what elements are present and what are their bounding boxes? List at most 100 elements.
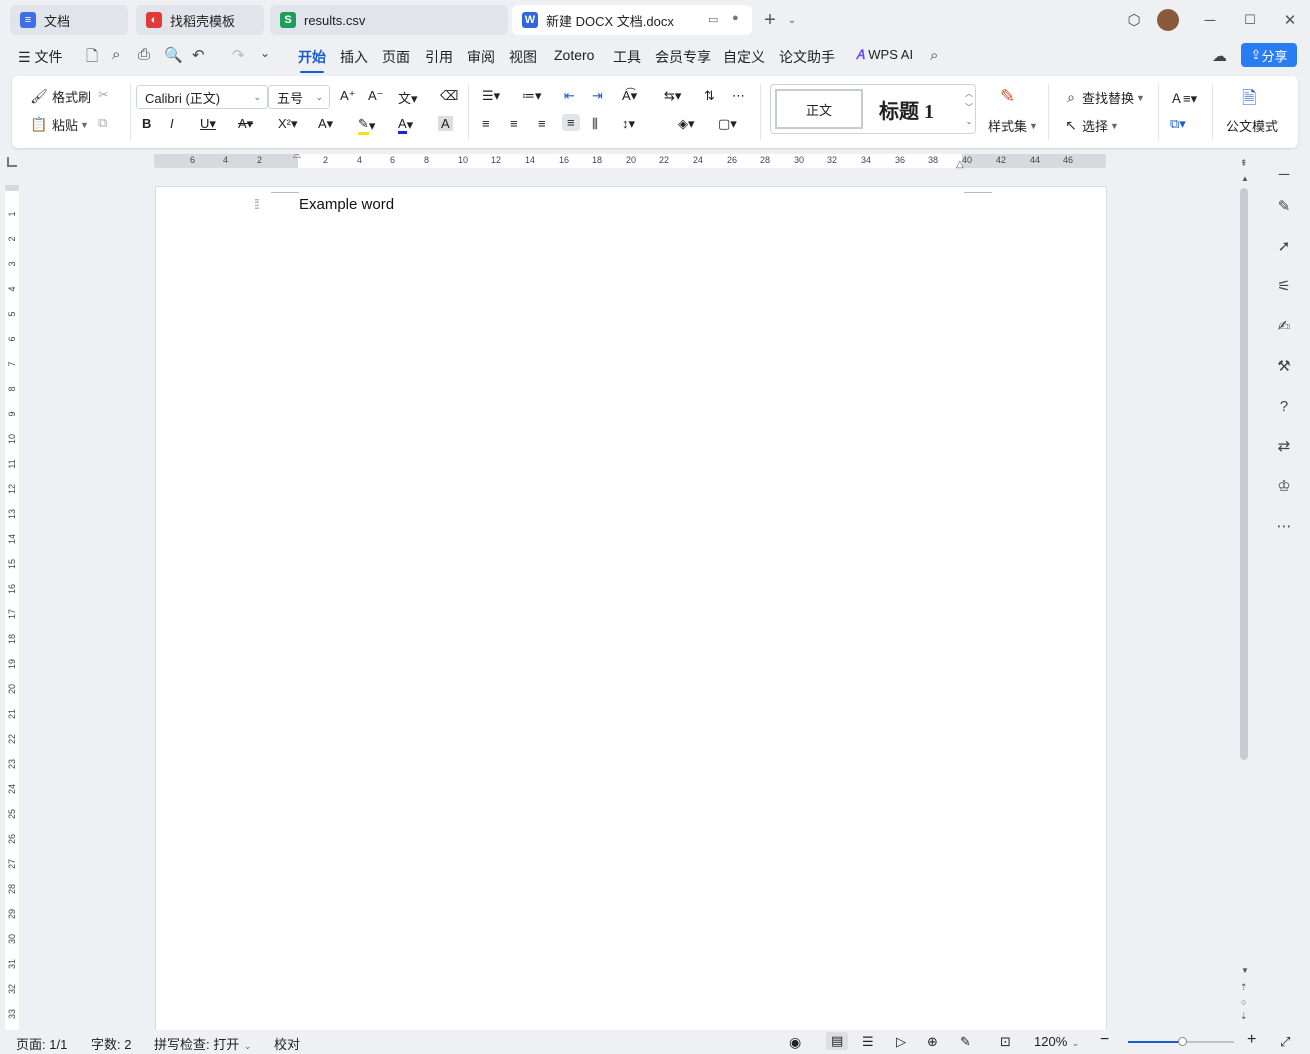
collapse-icon[interactable]: ─ — [1274, 164, 1294, 184]
sort-az-icon[interactable]: ⇅ — [704, 88, 715, 104]
new-tab-plus-icon[interactable]: + — [758, 8, 782, 32]
pen-icon[interactable]: ✎ — [1274, 196, 1294, 216]
outline-view-icon[interactable]: ☰ — [862, 1034, 874, 1050]
file-menu[interactable]: ☰ 文件 — [18, 47, 62, 67]
decrease-indent-icon[interactable]: ⇤ — [564, 88, 575, 104]
proofread-button[interactable]: 校对 — [274, 1034, 300, 1053]
menu-insert[interactable]: 插入 — [340, 47, 368, 67]
document-page[interactable]: ⁞⁞ Example word — [155, 186, 1107, 1036]
align-center-icon[interactable]: ≡ — [510, 116, 518, 131]
zoom-slider[interactable] — [1128, 1037, 1234, 1046]
close-icon[interactable]: ✕ — [1278, 8, 1302, 32]
right-indent-icon[interactable]: △ — [956, 159, 964, 170]
show-marks-icon[interactable]: ⋯ — [732, 88, 745, 104]
menu-customize[interactable]: 自定义 — [723, 47, 765, 67]
word-count[interactable]: 字数: 2 — [91, 1034, 131, 1053]
tab-list-chevron-icon[interactable]: ⌄ — [780, 8, 804, 32]
shrink-font-icon[interactable]: A⁻ — [368, 88, 384, 104]
wps-ai-button[interactable]: 𝐴 WPS AI — [856, 47, 913, 63]
pointer-icon[interactable]: ➚ — [1274, 236, 1294, 256]
tab-results-csv[interactable]: S results.csv — [270, 5, 508, 35]
line-spacing-icon[interactable]: ↕▾ — [622, 116, 635, 132]
zoom-in-icon[interactable]: + — [1247, 1031, 1256, 1049]
tab-stop-selector[interactable] — [7, 157, 17, 167]
align-right-icon[interactable]: ≡ — [538, 116, 546, 131]
menu-home[interactable]: 开始 — [298, 47, 326, 73]
next-page-icon[interactable]: ⇣ — [1240, 1011, 1248, 1022]
shading-icon[interactable]: ◈▾ — [678, 116, 695, 132]
superscript-icon[interactable]: X²▾ — [278, 116, 298, 132]
browse-object-icon[interactable]: ○ — [1241, 997, 1246, 1007]
page-view-icon[interactable]: ▤ — [826, 1032, 849, 1050]
scroll-down-icon[interactable]: ▼ — [1241, 966, 1249, 975]
fit-page-icon[interactable]: ⊡ — [1000, 1034, 1011, 1050]
vertical-ruler[interactable]: 1 2 3 4 5 6 7 8 9 10 11 12 13 14 15 16 17 18 19 20 21 22 23 24 2… — [5, 185, 19, 1030]
scroll-top-icon[interactable]: ⇞ — [1240, 158, 1248, 169]
drag-handle-icon[interactable]: ⁞⁞ — [254, 196, 260, 212]
bullets-icon[interactable]: ☰▾ — [482, 88, 500, 104]
cut-icon[interactable]: ✂ — [98, 87, 109, 103]
menu-zotero[interactable]: Zotero — [554, 47, 594, 63]
font-name-select[interactable]: Calibri (正文) ⌄ — [136, 85, 268, 109]
share-button[interactable]: ⇪ 分享 — [1241, 43, 1297, 67]
font-size-select[interactable]: 五号 ⌄ — [268, 85, 330, 109]
clear-format-icon[interactable]: ⌫ — [440, 88, 458, 104]
cloud-upload-icon[interactable]: ☁ — [1212, 47, 1227, 65]
tab-daoke-templates[interactable]: ◐ 找稻壳模板 — [136, 5, 264, 35]
horizontal-ruler[interactable]: 6 4 2 2 4 6 8 10 12 14 16 18 20 22 24 26 28 30 32 34 36 38 40 4… — [154, 150, 1106, 170]
text-effect-icon[interactable]: A▾ — [318, 116, 333, 132]
official-mode-button[interactable]: 公文模式 — [1226, 116, 1278, 135]
menu-page[interactable]: 页面 — [382, 47, 410, 67]
numbering-icon[interactable]: ≔▾ — [522, 88, 542, 104]
minimize-icon[interactable]: ─ — [1198, 8, 1222, 32]
official-doc-icon[interactable]: 🗎 — [1242, 86, 1256, 116]
align-left-icon[interactable]: ≡ — [482, 116, 490, 131]
style-normal[interactable]: 正文 — [775, 89, 863, 129]
more-icon[interactable]: ⋯ — [1274, 516, 1294, 536]
restore-window-icon[interactable]: ▭ — [708, 13, 718, 26]
style-set-button[interactable]: 样式集 ▼ — [988, 116, 1038, 135]
text-direction-icon[interactable]: A͡▾ — [622, 88, 637, 104]
menu-thesis-assistant[interactable]: 论文助手 — [779, 47, 835, 67]
underline-icon[interactable]: U▾ — [200, 116, 216, 132]
zoom-out-icon[interactable]: − — [1100, 1031, 1109, 1049]
format-icon[interactable]: ⌕ — [112, 46, 120, 63]
vertical-scrollbar[interactable] — [1240, 188, 1248, 760]
menu-member[interactable]: 会员专享 — [655, 47, 711, 67]
fullscreen-icon[interactable]: ⤢ — [1280, 1034, 1290, 1050]
style-set-icon[interactable]: ✎ — [1000, 86, 1015, 107]
play-icon[interactable]: ▷ — [896, 1034, 906, 1050]
find-replace-button[interactable]: ⌕ 查找替换 ▼ — [1062, 88, 1145, 107]
indent-marker-icon[interactable]: ⌓ — [293, 150, 301, 161]
distributed-icon[interactable]: ⫼ — [592, 116, 598, 132]
sort-icon[interactable]: ⇆▾ — [664, 88, 681, 104]
menu-references[interactable]: 引用 — [425, 47, 453, 67]
pen-mode-icon[interactable]: ✎ — [960, 1034, 971, 1050]
eye-icon[interactable]: ◉ — [789, 1034, 801, 1051]
shirt-icon[interactable]: ♔ — [1274, 476, 1294, 496]
bold-icon[interactable]: B — [142, 116, 151, 131]
sliders-icon[interactable]: ⚟ — [1274, 276, 1294, 296]
style-scroll-icon[interactable]: ︿ ﹀ ⌄ — [965, 87, 973, 129]
phonetic-guide-icon[interactable]: 文▾ — [398, 88, 418, 107]
text-layout-icon[interactable]: Ａ≡▾ — [1170, 88, 1197, 107]
shapes-icon[interactable]: ⧉▾ — [1170, 116, 1186, 132]
maximize-icon[interactable]: ☐ — [1238, 8, 1262, 32]
quick-access-chevron-icon[interactable]: ⌄ — [260, 46, 270, 60]
redo-icon[interactable]: ↷ — [232, 46, 245, 64]
menu-review[interactable]: 审阅 — [467, 47, 495, 67]
avatar[interactable] — [1157, 9, 1179, 31]
undo-icon[interactable]: ↶ — [192, 46, 205, 64]
justify-icon[interactable]: ≡ — [562, 114, 580, 131]
tools-icon[interactable]: ⚒ — [1274, 356, 1294, 376]
tab-docx-active[interactable]: W 新建 DOCX 文档.docx ▭ ● — [512, 5, 752, 35]
translate-icon[interactable]: ⇄ — [1274, 436, 1294, 456]
prev-page-icon[interactable]: ⇡ — [1240, 982, 1248, 993]
italic-icon[interactable]: I — [170, 116, 174, 131]
document-text[interactable]: Example word — [299, 196, 394, 213]
zoom-slider-thumb[interactable] — [1178, 1037, 1187, 1046]
char-shading-icon[interactable]: A — [438, 116, 453, 131]
page-count[interactable]: 页面: 1/1 — [16, 1034, 67, 1053]
grow-font-icon[interactable]: A⁺ — [340, 88, 356, 104]
unsaved-dot-icon[interactable]: ● — [732, 12, 739, 24]
